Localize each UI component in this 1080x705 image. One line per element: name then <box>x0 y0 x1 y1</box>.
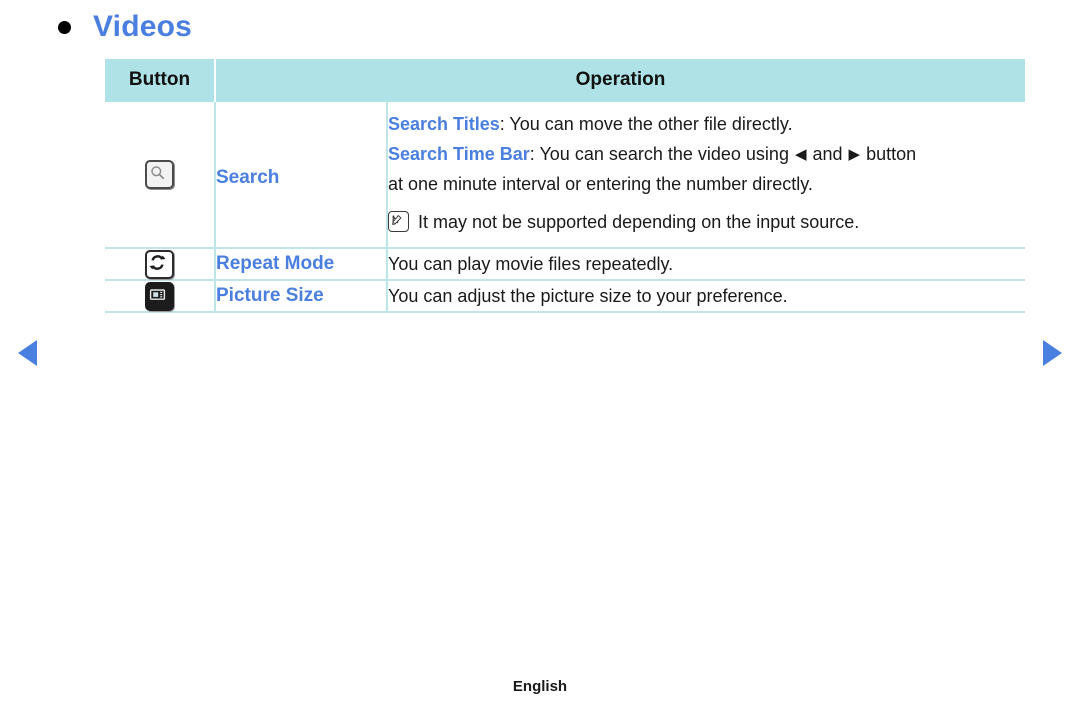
row-operation-repeat-mode: You can play movie files repeatedly. <box>387 247 1026 282</box>
operation-line: at one minute interval or entering the n… <box>388 174 813 195</box>
row-name-repeat-mode: Repeat Mode <box>215 247 388 282</box>
column-header-button: Button <box>105 59 216 102</box>
previous-page-button[interactable] <box>18 340 37 366</box>
note-icon <box>388 210 409 232</box>
repeat-mode-icon[interactable] <box>145 249 174 279</box>
table-row: Repeat Mode You can play movie files rep… <box>105 247 1026 282</box>
row-operation-picture-size: You can adjust the picture size to your … <box>387 280 1026 314</box>
videos-button-operation-table: Button Operation Search Search Titles: Y… <box>105 59 1026 314</box>
operation-line: Search Time Bar: You can search the vide… <box>388 139 1025 169</box>
footer-language-label: English <box>512 678 568 695</box>
operation-text-before: You can search the video using <box>539 144 794 165</box>
row-name-search: Search <box>215 102 388 249</box>
row-button-cell-repeat-mode <box>105 247 216 282</box>
search-button-icon[interactable] <box>145 159 174 189</box>
arrow-left-icon: ◀ <box>794 146 807 164</box>
row-button-cell-picture-size <box>105 280 216 314</box>
page-title-row: Videos <box>58 12 192 42</box>
row-operation-search: Search Titles: You can move the other fi… <box>387 102 1026 249</box>
operation-text-after: button <box>861 144 917 165</box>
separator: : <box>499 114 510 134</box>
operation-note-line: It may not be supported depending on the… <box>388 207 1025 237</box>
picture-size-icon[interactable] <box>145 281 174 311</box>
operation-text: You can move the other file directly. <box>509 114 793 134</box>
separator: : <box>529 144 540 165</box>
column-header-operation: Operation <box>215 59 1026 102</box>
keyword-search-time-bar: Search Time Bar <box>388 144 530 165</box>
note-text: It may not be supported depending on the… <box>418 211 860 232</box>
page-title: Videos <box>93 10 193 43</box>
table-header-row: Button Operation <box>105 59 1026 102</box>
operation-line: Search Titles: You can move the other fi… <box>388 109 1025 139</box>
table-row: Search Search Titles: You can move the o… <box>105 102 1026 249</box>
keyword-search-titles: Search Titles <box>388 114 500 134</box>
arrow-right-icon: ▶ <box>848 146 861 164</box>
row-button-cell-search <box>105 102 216 249</box>
bullet-dot-icon <box>58 20 71 34</box>
row-name-picture-size: Picture Size <box>215 280 388 314</box>
next-page-button[interactable] <box>1043 340 1062 366</box>
table-row: Picture Size You can adjust the picture … <box>105 280 1026 314</box>
operation-text-middle: and <box>807 144 848 165</box>
